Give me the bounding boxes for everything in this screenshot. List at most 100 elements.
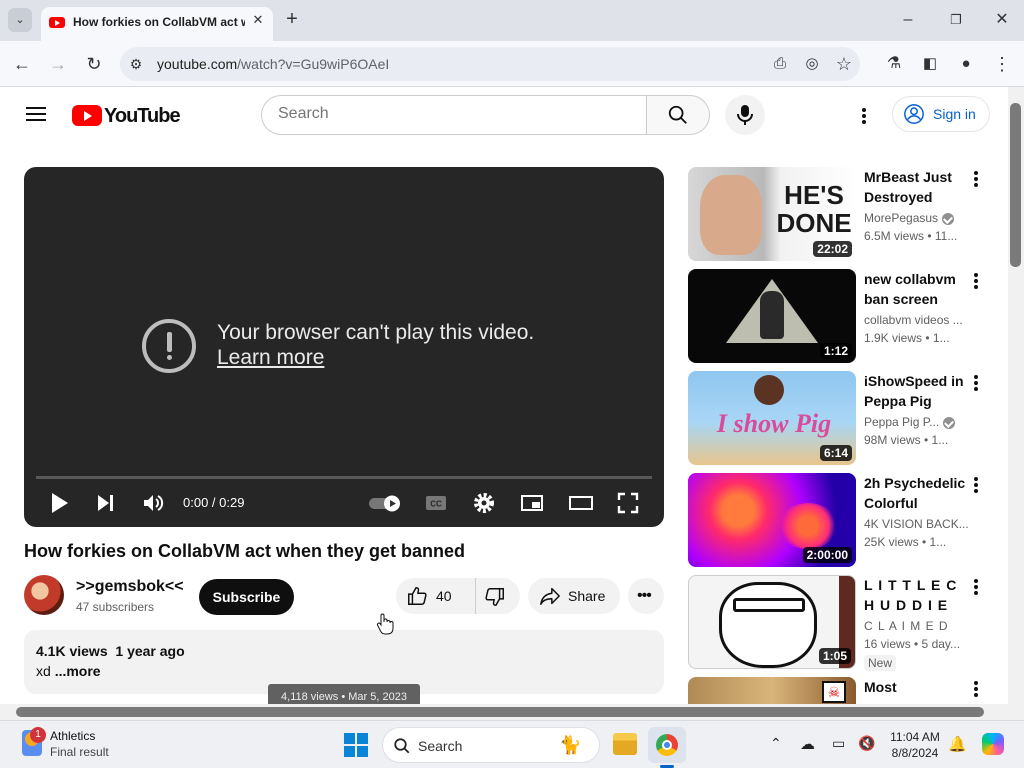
recommendation-item[interactable]: I show Pig 6:14 iShowSpeed in Peppa Pig … <box>688 371 998 465</box>
theater-mode-icon[interactable] <box>568 491 594 515</box>
subtitles-icon[interactable]: CC <box>424 491 448 515</box>
recommendation-thumbnail[interactable]: ☠ <box>688 677 856 704</box>
recommendation-channel[interactable]: MorePegasus <box>864 211 974 225</box>
recommendation-title[interactable]: iShowSpeed in Peppa Pig <box>864 371 968 411</box>
recommendation-menu-icon[interactable] <box>974 171 978 187</box>
close-window-button[interactable]: ✕ <box>992 12 1012 28</box>
search-bar <box>261 95 647 135</box>
tracking-protection-icon[interactable]: ◎ <box>800 52 824 76</box>
recommendation-item[interactable]: HE'S DONE 22:02 MrBeast Just Destroyed H… <box>688 167 998 261</box>
browser-menu-icon[interactable]: ⋮ <box>990 52 1014 76</box>
recommendation-thumbnail[interactable]: 1:05 <box>688 575 856 669</box>
recommendation-thumbnail[interactable]: HE'S DONE 22:02 <box>688 167 856 261</box>
recommendation-menu-icon[interactable] <box>974 375 978 391</box>
url-text[interactable]: youtube.com/watch?v=Gu9wiP6OAeI <box>157 56 389 72</box>
recommendation-meta: 1.9K views • 1... <box>864 331 950 345</box>
restore-button[interactable]: ❐ <box>946 12 966 28</box>
recommendation-title[interactable]: L I T T L E C H U D D I E <box>864 575 968 615</box>
show-more-link[interactable]: ...more <box>55 663 101 679</box>
miniplayer-icon[interactable] <box>520 491 544 515</box>
copilot-icon[interactable] <box>982 733 1004 755</box>
recommendation-item[interactable]: ☠ Most <box>688 677 998 704</box>
guide-menu-icon[interactable] <box>26 107 46 121</box>
recommendation-menu-icon[interactable] <box>974 579 978 595</box>
recommendation-meta: 25K views • 1... <box>864 535 947 549</box>
tab-search-button[interactable]: ⌄ <box>8 8 32 32</box>
like-button[interactable]: 40 <box>396 578 474 614</box>
file-explorer-icon[interactable] <box>613 733 637 755</box>
taskbar-search[interactable]: Search 🐈 <box>382 727 600 763</box>
recommendation-menu-icon[interactable] <box>974 477 978 493</box>
recommendation-channel[interactable]: Peppa Pig P... <box>864 415 974 429</box>
learn-more-link[interactable]: Learn more <box>217 346 324 370</box>
site-info-icon[interactable]: ⚙ <box>124 52 148 76</box>
search-input[interactable] <box>278 105 618 123</box>
show-hidden-icons-chevron-icon[interactable]: ⌃ <box>770 735 790 755</box>
labs-icon[interactable]: ⚗ <box>882 52 906 76</box>
recommendation-title[interactable]: new collabvm ban screen <box>864 269 968 309</box>
share-button[interactable]: Share <box>528 578 620 614</box>
onedrive-cloud-icon[interactable]: ☁ <box>800 735 820 755</box>
forward-button[interactable]: → <box>46 52 70 76</box>
recommendation-thumbnail[interactable]: I show Pig 6:14 <box>688 371 856 465</box>
recommendation-thumbnail[interactable]: 1:12 <box>688 269 856 363</box>
video-player[interactable]: Your browser can't play this video. Lear… <box>24 167 664 527</box>
recommendation-channel[interactable]: 4K VISION BACK... <box>864 517 974 531</box>
svg-text:CC: CC <box>430 500 442 509</box>
start-button-windows-icon[interactable] <box>344 733 368 757</box>
horizontal-scroll-thumb[interactable] <box>16 707 984 717</box>
recommendation-title[interactable]: Most <box>864 677 968 697</box>
close-tab-icon[interactable]: ✕ <box>250 12 266 28</box>
recommendation-item[interactable]: 1:12 new collabvm ban screen collabvm vi… <box>688 269 998 363</box>
thumbnail-wojak-face <box>719 582 817 668</box>
recommendation-channel[interactable]: collabvm videos ... <box>864 313 974 327</box>
sign-in-button[interactable]: Sign in <box>892 96 990 132</box>
subscribe-button[interactable]: Subscribe <box>199 579 294 615</box>
volume-icon[interactable] <box>142 491 164 515</box>
youtube-page: YouTube Sign in Your browser can't play … <box>0 87 1008 704</box>
recommendation-menu-icon[interactable] <box>974 273 978 289</box>
fullscreen-icon[interactable] <box>616 491 640 515</box>
browser-tab-active[interactable]: How forkies on CollabVM act when they ge… <box>41 7 273 41</box>
autoplay-toggle-icon[interactable] <box>368 491 402 515</box>
install-app-icon[interactable]: ⎙ <box>768 52 792 76</box>
recommendation-item[interactable]: 2:00:00 2h Psychedelic Colorful Neon... … <box>688 473 998 567</box>
thumbnail-caption: HE'S DONE <box>776 180 852 238</box>
volume-muted-icon[interactable]: 🔇 <box>858 735 878 755</box>
horizontal-scrollbar[interactable] <box>0 704 1024 720</box>
recommendation-item[interactable]: 1:05 L I T T L E C H U D D I E C L A I M… <box>688 575 998 671</box>
search-button[interactable] <box>646 95 710 135</box>
recommendation-thumbnail[interactable]: 2:00:00 <box>688 473 856 567</box>
play-icon[interactable] <box>50 491 70 515</box>
channel-name[interactable]: >>gemsbok<< <box>76 578 184 596</box>
next-icon[interactable] <box>96 491 116 515</box>
bookmark-star-icon[interactable]: ☆ <box>832 52 856 76</box>
vertical-scroll-thumb[interactable] <box>1010 103 1021 267</box>
side-panel-icon[interactable]: ◧ <box>918 52 942 76</box>
recommendation-title[interactable]: MrBeast Just Destroyed His... <box>864 167 968 207</box>
recommendation-menu-icon[interactable] <box>974 681 978 697</box>
channel-label: MorePegasus <box>864 211 939 225</box>
reload-button[interactable]: ↻ <box>82 52 106 76</box>
back-button[interactable]: ← <box>10 52 34 76</box>
channel-avatar[interactable] <box>24 575 64 615</box>
system-clock[interactable]: 11:04 AM 8/8/2024 <box>886 729 944 761</box>
recommendation-title[interactable]: 2h Psychedelic Colorful Neon... <box>864 473 968 513</box>
settings-gear-icon[interactable] <box>472 491 496 515</box>
time-display: 0:00 / 0:29 <box>183 495 245 510</box>
dislike-button[interactable] <box>475 578 520 614</box>
notification-bell-icon[interactable]: 🔔 <box>948 735 968 755</box>
network-icon[interactable]: ▭ <box>832 735 852 755</box>
chrome-taskbar-icon[interactable] <box>648 727 686 763</box>
address-bar[interactable]: ⚙ youtube.com/watch?v=Gu9wiP6OAeI <box>120 47 860 81</box>
minimize-button[interactable]: – <box>898 12 918 28</box>
profile-icon[interactable]: ● <box>954 52 978 76</box>
new-tab-button[interactable]: + <box>282 9 302 29</box>
recommendation-channel[interactable]: C L A I M E D <box>864 619 974 633</box>
voice-search-button[interactable] <box>725 95 765 135</box>
progress-bar[interactable] <box>36 476 652 479</box>
widget-title[interactable]: Athletics <box>50 729 95 743</box>
settings-more-icon[interactable] <box>862 108 866 124</box>
more-actions-button[interactable]: ••• <box>628 578 664 614</box>
vertical-scrollbar[interactable] <box>1008 87 1024 704</box>
